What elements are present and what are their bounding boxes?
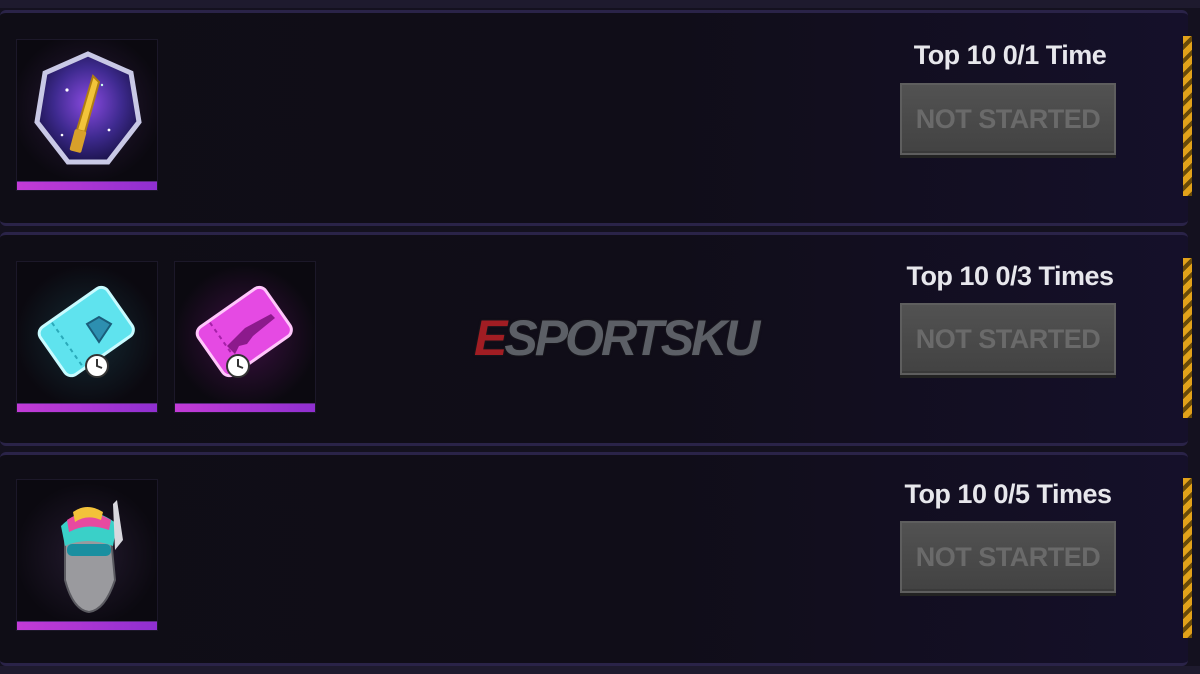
not-started-button[interactable]: NOT STARTED [900,521,1116,593]
mission-card: Top 10 0/1 Time NOT STARTED [0,10,1188,226]
watermark-text: SPORTSKU [504,310,760,366]
not-started-button[interactable]: NOT STARTED [900,83,1116,155]
golden-knife-badge-icon [34,51,142,165]
not-started-button[interactable]: NOT STARTED [900,303,1116,375]
esportsku-watermark: E SPORTSKU [474,308,760,368]
reward-slot[interactable] [16,39,158,191]
rarity-bar [175,403,315,412]
rarity-bar [17,181,157,190]
mission-title: Top 10 0/5 Times [904,479,1112,509]
mission-card: Top 10 0/5 Times NOT STARTED [0,452,1188,666]
rarity-bar [17,621,157,630]
bottom-edge [0,666,1200,674]
scrollbar-segment[interactable] [1183,478,1192,638]
rarity-bar [17,403,157,412]
mission-title: Top 10 0/1 Time [913,40,1107,70]
mission-title: Top 10 0/3 Times [906,261,1114,291]
scrollbar-segment[interactable] [1183,36,1192,196]
rainbow-mask-headgear-icon [61,500,123,614]
watermark-e: E [474,310,507,366]
scrollbar-segment[interactable] [1183,258,1192,418]
weapon-voucher-icon [195,285,293,378]
reward-slot[interactable] [16,479,158,631]
reward-slot[interactable] [174,261,316,413]
top-edge [0,0,1200,8]
diamond-voucher-icon [37,285,135,378]
reward-slot[interactable] [16,261,158,413]
